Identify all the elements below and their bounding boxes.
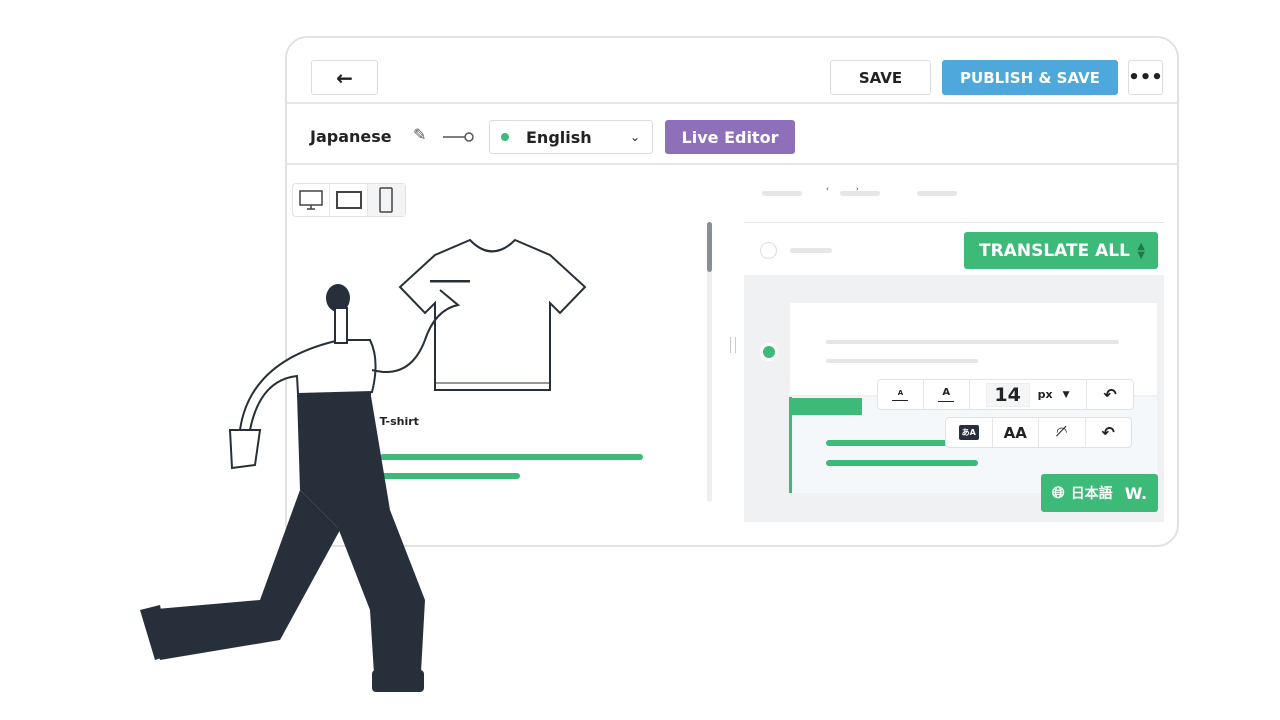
more-button[interactable]: ••• [1128,60,1163,95]
translate-icon[interactable]: あA [946,418,993,447]
toggle-connector-icon [443,132,474,142]
sort-arrows-icon: ▲ ▼ [1137,240,1145,261]
format-toolbar: あA AA ◠̸ ↶ [945,417,1132,448]
device-switcher [292,183,406,217]
undo-icon[interactable]: ↶ [1086,418,1132,447]
text-placeholder [917,191,957,196]
font-style-icon[interactable]: AA [993,418,1039,447]
back-button[interactable]: ← [311,60,378,95]
chevron-left-icon[interactable]: ‹ [826,185,829,193]
mobile-icon[interactable] [367,184,406,216]
select-all-radio[interactable] [760,242,777,259]
font-larger-button[interactable]: A [924,380,970,409]
font-size-input[interactable]: 14 [985,382,1030,407]
publish-save-button[interactable]: PUBLISH & SAVE [942,60,1118,95]
divider [286,102,1178,104]
text-placeholder [762,191,802,196]
text-placeholder [790,248,832,253]
arrow-left-icon: ← [336,65,353,90]
language-badge-label: 日本語 [1070,486,1113,502]
text-placeholder [826,340,1119,344]
resize-handle[interactable] [730,337,736,353]
translate-all-button[interactable]: TRANSLATE ALL ▲ ▼ [964,232,1158,269]
brand-logo: W. [1124,483,1148,503]
scrollbar[interactable] [707,222,712,502]
save-button[interactable]: SAVE [830,60,931,95]
text-placeholder [840,191,880,196]
target-language: English [526,127,592,147]
active-marker [789,398,862,415]
pencil-icon[interactable]: ✎ [413,125,426,144]
divider [286,163,1178,165]
eye-off-icon[interactable]: ◠̸ [1039,418,1086,447]
chevron-right-icon[interactable]: › [856,185,859,193]
caret-down-icon[interactable]: ▼ [1063,390,1070,400]
source-language: Japanese [310,127,392,146]
undo-icon[interactable]: ↶ [1087,380,1133,409]
text-placeholder [826,359,978,363]
more-horizontal-icon: ••• [1128,67,1163,88]
text-placeholder [826,460,978,466]
globe-icon: 🌐︎ [1051,483,1065,502]
language-badge[interactable]: 🌐︎ 日本語 W. [1041,474,1158,512]
desktop-icon[interactable] [293,184,331,216]
target-language-select[interactable]: English ⌄ [489,120,653,154]
font-unit-select[interactable]: px [1038,388,1053,401]
status-dot [501,133,509,141]
chevron-down-icon: ⌄ [629,130,640,144]
selected-radio[interactable] [760,343,778,361]
tablet-icon[interactable] [330,184,368,216]
live-editor-button[interactable]: Live Editor [665,120,795,154]
font-toolbar: A A 14 px ▼ ↶ [877,379,1134,410]
person-illustration [140,280,470,692]
font-smaller-button[interactable]: A [878,380,924,409]
scrollbar-thumb[interactable] [707,222,712,272]
